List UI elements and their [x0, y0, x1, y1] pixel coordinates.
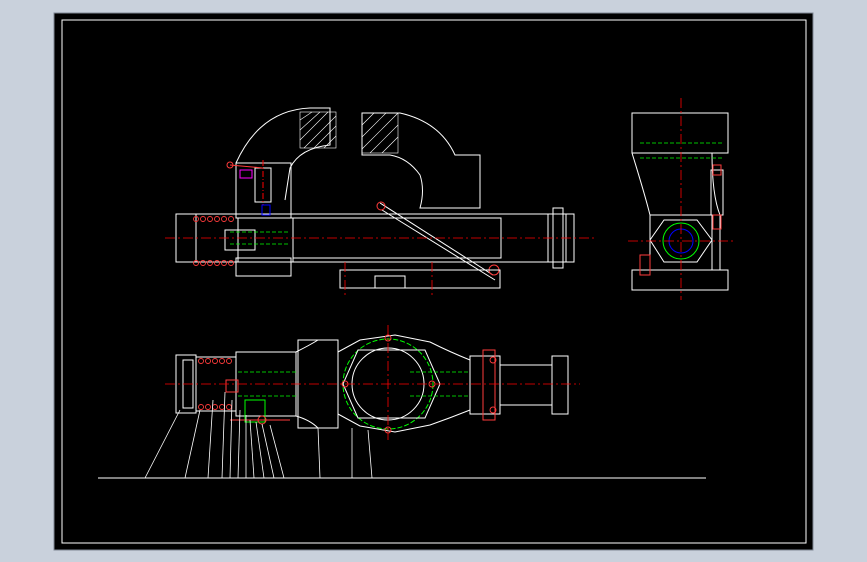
cad-viewport[interactable] [0, 0, 867, 562]
drawing-sheet [53, 12, 814, 551]
drawing-canvas [0, 0, 867, 562]
